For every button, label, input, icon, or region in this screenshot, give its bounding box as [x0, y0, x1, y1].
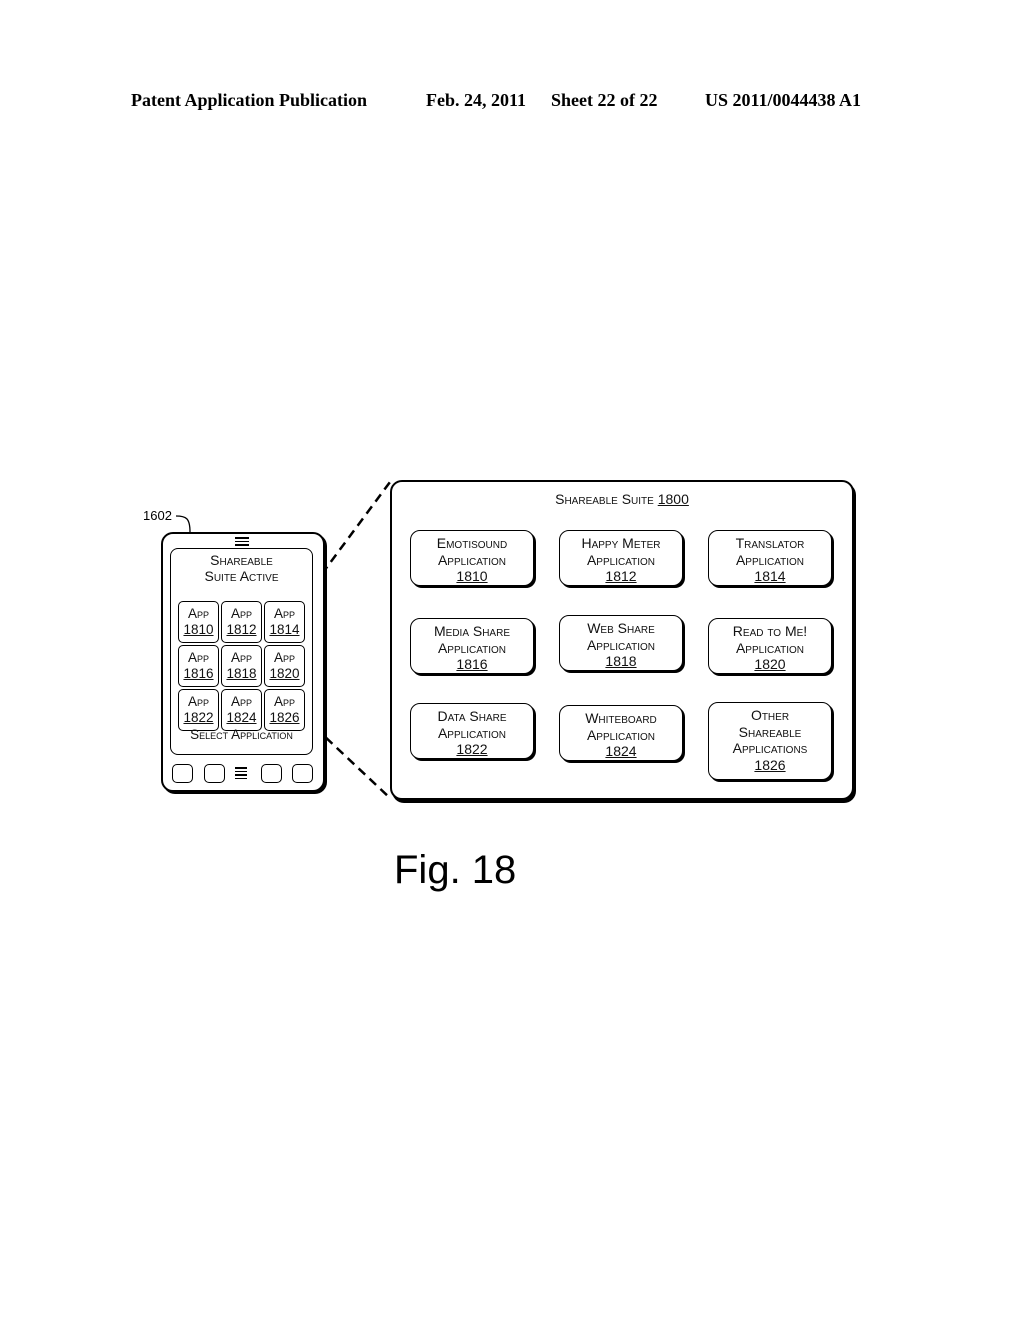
- suite-app-name: Application: [586, 551, 656, 568]
- mobile-device: Shareable Suite Active App 1810 App 1812 App…: [161, 532, 325, 792]
- suite-app-name: Media Share: [433, 623, 510, 639]
- shareable-suite-panel: Shareable Suite 1800 Emotisound Applicati…: [390, 480, 854, 800]
- select-application-label: Select Application: [190, 727, 293, 742]
- app-tile-ref: 1822: [183, 710, 214, 725]
- app-tile-label: App: [187, 694, 209, 709]
- suite-app-box[interactable]: Translator Application 1814: [708, 530, 832, 586]
- suite-app-ref: 1826: [754, 756, 786, 773]
- app-tile-label: App: [187, 650, 209, 665]
- menu-icon: [235, 767, 247, 781]
- app-tile-label: App: [230, 650, 252, 665]
- app-tile-ref: 1810: [183, 622, 214, 637]
- app-tile-ref: 1824: [226, 710, 257, 725]
- suite-app-box[interactable]: Media Share Application 1816: [410, 618, 534, 674]
- device-button-4[interactable]: [292, 764, 313, 783]
- suite-app-box[interactable]: Data Share Application 1822: [410, 703, 534, 759]
- app-tile[interactable]: App 1810: [178, 601, 219, 643]
- suite-app-name: Happy Meter: [581, 535, 661, 551]
- app-tile[interactable]: App 1816: [178, 645, 219, 687]
- suite-app-name: Application: [586, 636, 656, 653]
- app-tile-label: App: [273, 606, 295, 621]
- suite-app-name: Application: [437, 639, 507, 656]
- suite-app-box[interactable]: Web Share Application 1818: [559, 615, 683, 671]
- suite-app-ref: 1810: [456, 568, 488, 584]
- suite-app-box[interactable]: Happy Meter Application 1812: [559, 530, 683, 586]
- suite-app-name: Web Share: [587, 620, 655, 636]
- figure-label: Fig. 18: [394, 848, 517, 892]
- suite-app-box[interactable]: Read to Me! Application 1820: [708, 618, 832, 674]
- device-screen: Shareable Suite Active App 1810 App 1812 App…: [170, 548, 313, 755]
- suite-app-name: Application: [586, 726, 656, 743]
- suite-app-name: Shareable: [738, 723, 802, 740]
- suite-app-ref: 1814: [754, 568, 786, 584]
- suite-app-name: Emotisound: [436, 535, 508, 551]
- app-tile-ref: 1812: [226, 622, 257, 637]
- suite-title: Shareable Suite 1800: [555, 491, 689, 507]
- app-tile-ref: 1818: [226, 666, 257, 681]
- app-tile-label: App: [273, 650, 295, 665]
- app-tile-ref: 1820: [269, 666, 300, 681]
- suite-app-name: Application: [437, 551, 507, 568]
- suite-app-name: Application: [437, 724, 507, 741]
- suite-app-box[interactable]: Other Shareable Applications 1826: [708, 702, 832, 780]
- app-tile[interactable]: App 1814: [264, 601, 305, 643]
- suite-app-name: Application: [735, 551, 805, 568]
- suite-app-name: Data Share: [437, 708, 507, 724]
- suite-app-name: Application: [735, 639, 805, 656]
- suite-app-name: Translator: [735, 535, 805, 551]
- app-tile-ref: 1814: [269, 622, 300, 637]
- device-button-1[interactable]: [172, 764, 193, 783]
- screen-title: Shareable Suite Active: [204, 552, 279, 584]
- suite-app-ref: 1818: [605, 653, 637, 669]
- app-tile[interactable]: App 1812: [221, 601, 262, 643]
- device-button-3[interactable]: [261, 764, 282, 783]
- app-tile-label: App: [230, 606, 252, 621]
- suite-app-ref: 1816: [456, 656, 488, 672]
- label-leader-line: [175, 515, 191, 533]
- app-tile-label: App: [187, 606, 209, 621]
- device-ref-label: 1602: [143, 508, 172, 523]
- menu-icon: [235, 537, 249, 548]
- suite-app-name: Other: [750, 707, 790, 723]
- app-tile-label: App: [273, 694, 295, 709]
- suite-app-box[interactable]: Emotisound Application 1810: [410, 530, 534, 586]
- suite-app-ref: 1820: [754, 656, 786, 672]
- suite-app-ref: 1824: [605, 743, 637, 759]
- suite-app-ref: 1822: [456, 741, 488, 757]
- app-tile-ref: 1826: [269, 710, 300, 725]
- app-tile[interactable]: App 1818: [221, 645, 262, 687]
- suite-app-name: Applications: [732, 740, 808, 756]
- suite-app-name: Whiteboard: [585, 710, 657, 726]
- app-tile[interactable]: App 1826: [264, 689, 305, 731]
- app-tile-ref: 1816: [183, 666, 214, 681]
- app-tile[interactable]: App 1824: [221, 689, 262, 731]
- app-tile-label: App: [230, 694, 252, 709]
- app-tile[interactable]: App 1822: [178, 689, 219, 731]
- device-button-2[interactable]: [204, 764, 225, 783]
- suite-ref: 1800: [657, 491, 689, 507]
- app-tile[interactable]: App 1820: [264, 645, 305, 687]
- suite-app-box[interactable]: Whiteboard Application 1824: [559, 705, 683, 761]
- suite-app-ref: 1812: [605, 568, 637, 584]
- suite-app-name: Read to Me!: [732, 623, 808, 639]
